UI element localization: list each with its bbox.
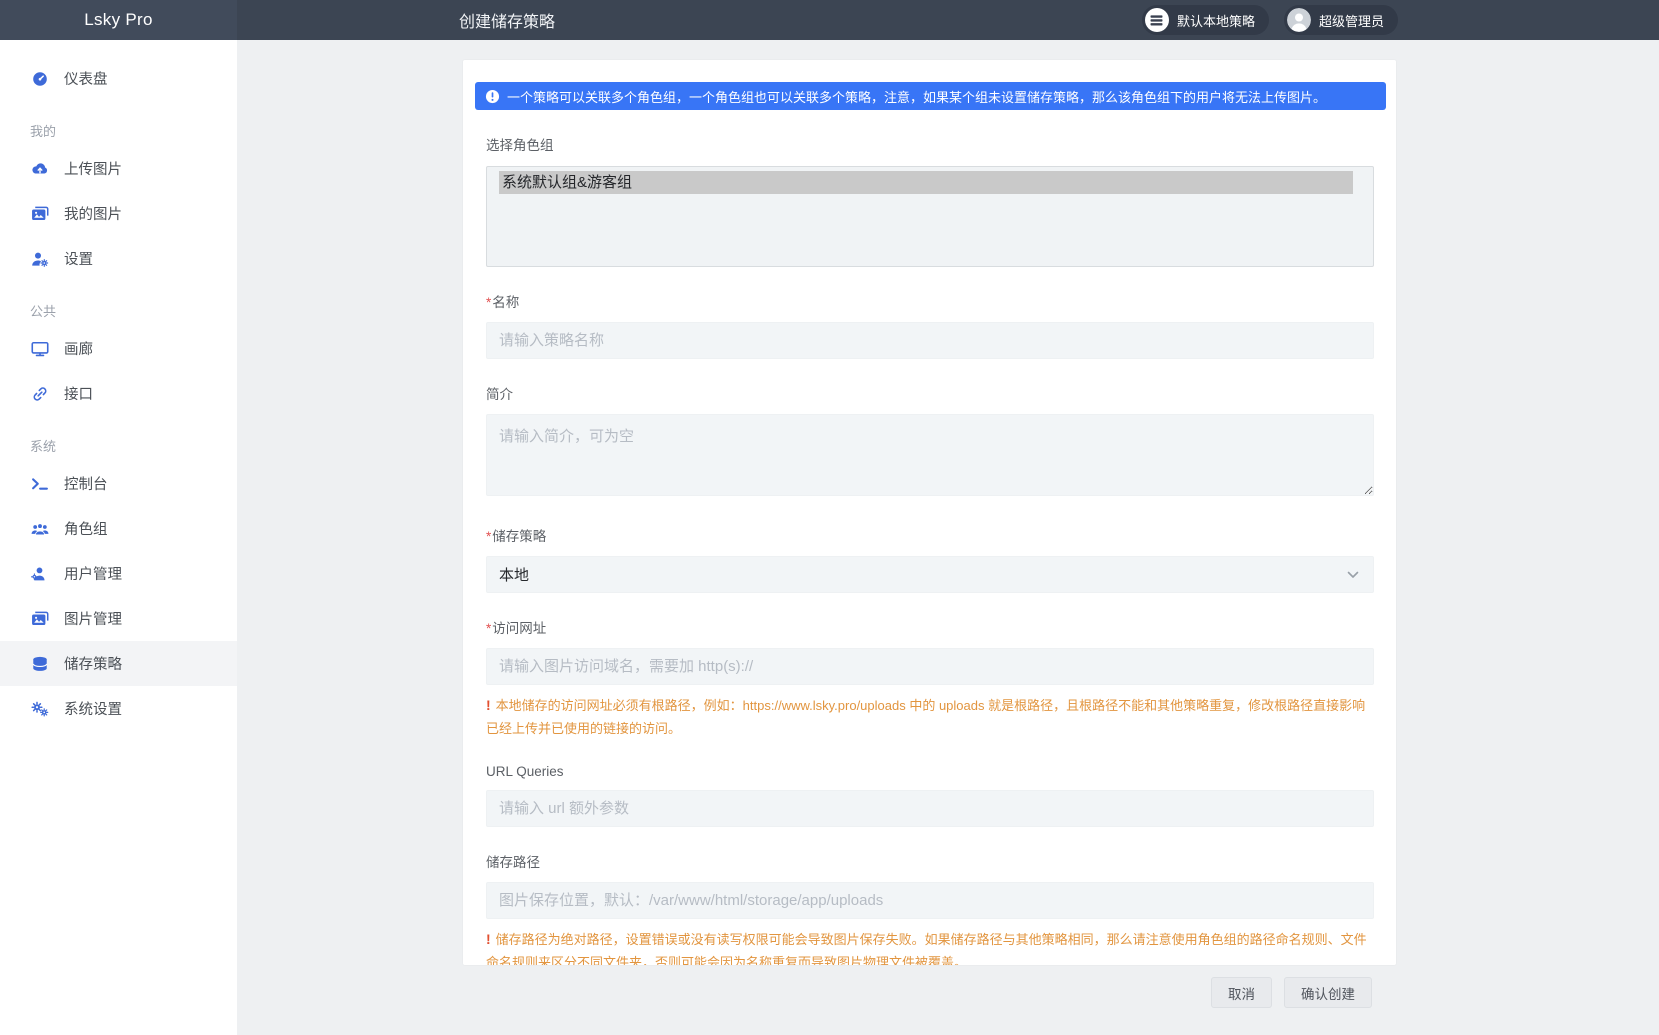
access-url-input[interactable] bbox=[486, 648, 1374, 685]
name-input[interactable] bbox=[486, 322, 1374, 359]
notice-banner: 一个策略可以关联多个角色组，一个角色组也可以关联多个策略，注意，如果某个组未设置… bbox=[475, 82, 1386, 110]
sidebar-item-label: 控制台 bbox=[64, 473, 108, 494]
sidebar-item-label: 储存策略 bbox=[64, 653, 122, 674]
policy-badge[interactable]: 默认本地策略 bbox=[1142, 5, 1269, 35]
url-queries-label: URL Queries bbox=[486, 764, 1374, 779]
image-manage-icon bbox=[30, 610, 49, 627]
role-group-listbox[interactable]: 系统默认组&游客组 bbox=[486, 166, 1374, 267]
required-asterisk: * bbox=[486, 529, 491, 544]
sidebar-item-label: 图片管理 bbox=[64, 608, 122, 629]
sidebar-item-label: 仪表盘 bbox=[64, 68, 108, 89]
sidebar-item-terminal[interactable]: 控制台 bbox=[0, 461, 237, 506]
policy-badge-label: 默认本地策略 bbox=[1177, 11, 1255, 30]
sidebar-section-title: 系统 bbox=[0, 416, 237, 461]
role-group-label: 选择角色组 bbox=[486, 134, 1374, 154]
form-card: 一个策略可以关联多个角色组，一个角色组也可以关联多个策略，注意，如果某个组未设置… bbox=[463, 60, 1396, 965]
sidebar-section-title: 我的 bbox=[0, 101, 237, 146]
users-icon bbox=[30, 520, 49, 537]
form-footer: 取消 确认创建 bbox=[463, 977, 1396, 1008]
sidebar-item-label: 接口 bbox=[64, 383, 93, 404]
sidebar-item-image-manage[interactable]: 图片管理 bbox=[0, 596, 237, 641]
sidebar-section-title: 公共 bbox=[0, 281, 237, 326]
sidebar-item-link[interactable]: 接口 bbox=[0, 371, 237, 416]
sidebar-item-label: 上传图片 bbox=[64, 158, 122, 179]
access-url-warning: !本地储存的访问网址必须有根路径，例如：https://www.lsky.pro… bbox=[486, 694, 1374, 740]
chevron-down-icon bbox=[1347, 571, 1359, 579]
avatar bbox=[1287, 8, 1311, 32]
sidebar-item-label: 系统设置 bbox=[64, 698, 122, 719]
confirm-create-button[interactable]: 确认创建 bbox=[1284, 977, 1372, 1008]
sidebar-item-desktop[interactable]: 画廊 bbox=[0, 326, 237, 371]
gauge-icon bbox=[30, 70, 49, 87]
policy-form: 选择角色组 系统默认组&游客组 *名称 简介 *储存策略 本地 *访问网址 bbox=[463, 110, 1396, 965]
intro-label: 简介 bbox=[486, 383, 1374, 403]
terminal-icon bbox=[30, 475, 49, 492]
desktop-icon bbox=[30, 340, 49, 357]
required-asterisk: * bbox=[486, 621, 491, 636]
database-icon bbox=[30, 655, 49, 672]
sidebar-item-user-gear[interactable]: 设置 bbox=[0, 236, 237, 281]
storage-driver-value: 本地 bbox=[499, 564, 529, 585]
sidebar-item-gears[interactable]: 系统设置 bbox=[0, 686, 237, 731]
header-right: 默认本地策略 超级管理员 bbox=[1142, 5, 1398, 35]
intro-textarea[interactable] bbox=[486, 414, 1374, 496]
top-header: Lsky Pro 创建储存策略 默认本地策略 超级管理员 bbox=[0, 0, 1659, 40]
page-title: 创建储存策略 bbox=[459, 8, 555, 32]
sidebar: 仪表盘我的上传图片我的图片设置公共画廊接口系统控制台角色组用户管理图片管理储存策… bbox=[0, 40, 237, 1035]
strategy-label: *储存策略 bbox=[486, 525, 1374, 545]
name-label: *名称 bbox=[486, 291, 1374, 311]
sidebar-item-user-manage[interactable]: 用户管理 bbox=[0, 551, 237, 596]
warning-exclamation-icon: ! bbox=[486, 931, 491, 947]
cancel-button[interactable]: 取消 bbox=[1211, 977, 1272, 1008]
sidebar-nav: 仪表盘我的上传图片我的图片设置公共画廊接口系统控制台角色组用户管理图片管理储存策… bbox=[0, 56, 237, 731]
sidebar-item-label: 角色组 bbox=[64, 518, 108, 539]
warning-exclamation-icon: ! bbox=[486, 697, 491, 713]
brand-logo[interactable]: Lsky Pro bbox=[0, 0, 237, 40]
sidebar-item-label: 设置 bbox=[64, 248, 93, 269]
role-group-option[interactable]: 系统默认组&游客组 bbox=[499, 171, 1353, 194]
main-content: 一个策略可以关联多个角色组，一个角色组也可以关联多个策略，注意，如果某个组未设置… bbox=[237, 40, 1659, 1035]
user-badge-label: 超级管理员 bbox=[1319, 11, 1384, 30]
access-url-label: *访问网址 bbox=[486, 617, 1374, 637]
storage-path-warning: !储存路径为绝对路径，设置错误或没有读写权限可能会导致图片保存失败。如果储存路径… bbox=[486, 928, 1374, 965]
user-gear-icon bbox=[30, 250, 49, 267]
sidebar-item-label: 用户管理 bbox=[64, 563, 122, 584]
required-asterisk: * bbox=[486, 295, 491, 310]
sidebar-item-label: 画廊 bbox=[64, 338, 93, 359]
sidebar-item-database[interactable]: 储存策略 bbox=[0, 641, 237, 686]
storage-path-input[interactable] bbox=[486, 882, 1374, 919]
sidebar-item-label: 我的图片 bbox=[64, 203, 122, 224]
sidebar-item-my-images[interactable]: 我的图片 bbox=[0, 191, 237, 236]
link-icon bbox=[30, 385, 49, 402]
server-stack-icon bbox=[1145, 8, 1169, 32]
sidebar-item-users[interactable]: 角色组 bbox=[0, 506, 237, 551]
cloud-upload-icon bbox=[30, 160, 49, 177]
user-badge[interactable]: 超级管理员 bbox=[1284, 5, 1398, 35]
storage-driver-select[interactable]: 本地 bbox=[486, 556, 1374, 593]
info-icon bbox=[485, 89, 500, 104]
storage-path-label: 储存路径 bbox=[486, 851, 1374, 871]
sidebar-item-gauge[interactable]: 仪表盘 bbox=[0, 56, 237, 101]
url-queries-input[interactable] bbox=[486, 790, 1374, 827]
notice-text: 一个策略可以关联多个角色组，一个角色组也可以关联多个策略，注意，如果某个组未设置… bbox=[507, 87, 1326, 106]
sidebar-item-cloud-upload[interactable]: 上传图片 bbox=[0, 146, 237, 191]
my-images-icon bbox=[30, 205, 49, 222]
user-manage-icon bbox=[30, 565, 49, 582]
gears-icon bbox=[30, 700, 49, 717]
